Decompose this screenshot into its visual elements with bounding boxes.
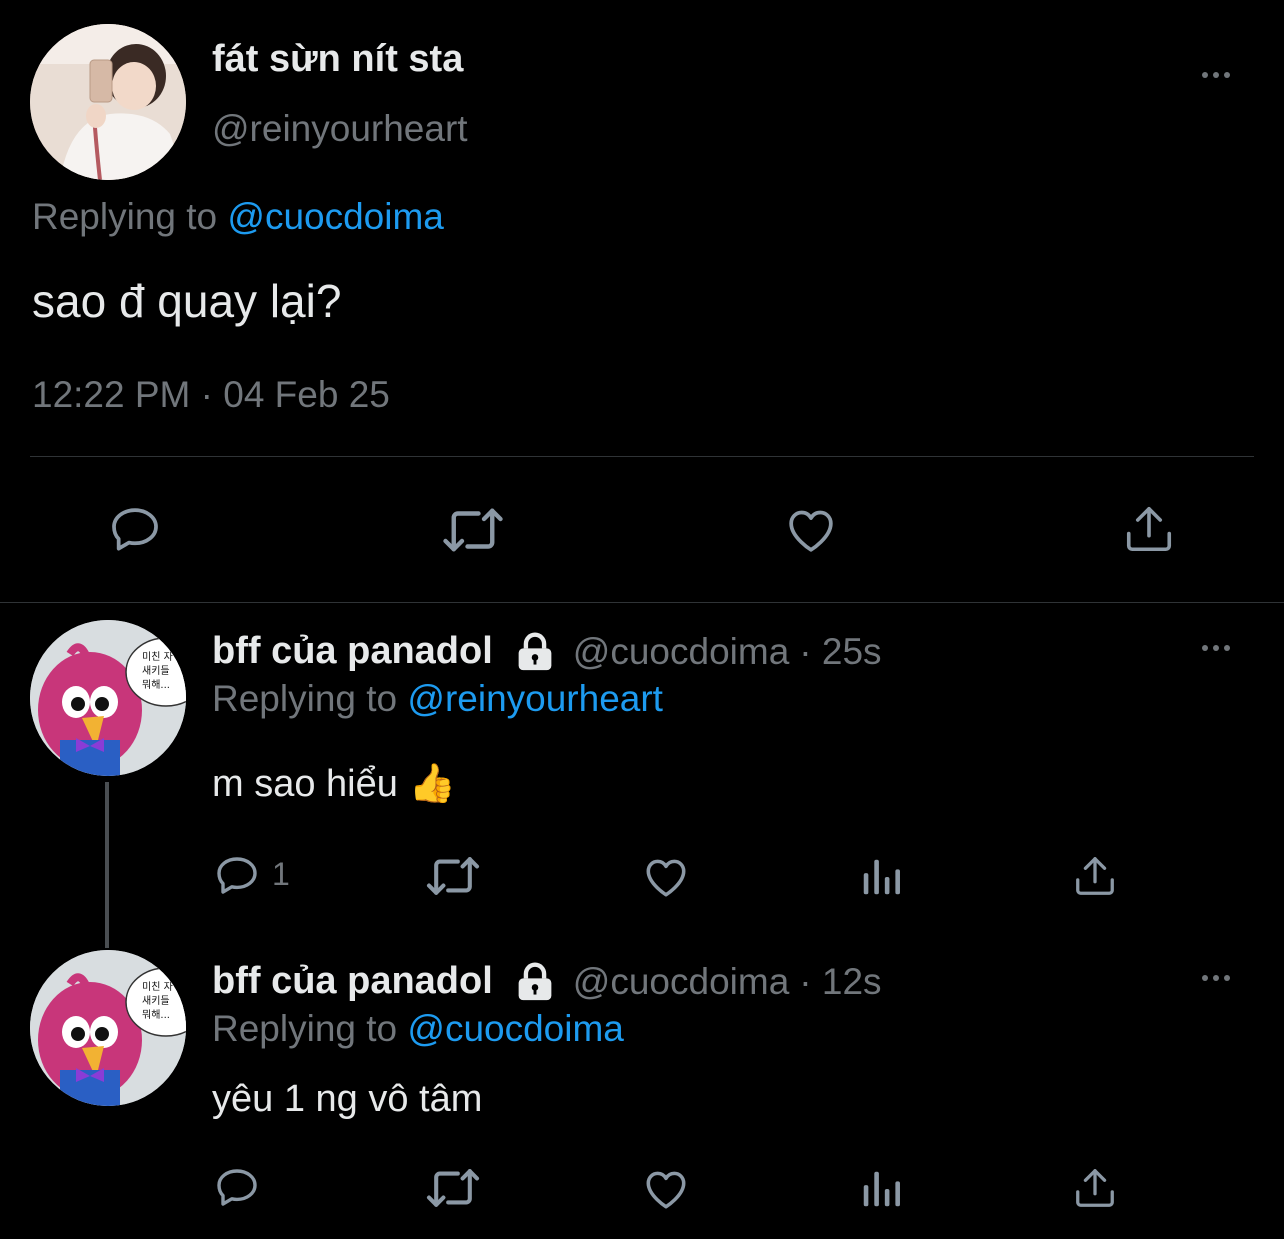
replying-label: Replying to xyxy=(212,678,398,719)
replying-to-link[interactable]: @cuocdoima xyxy=(407,1008,624,1049)
display-name[interactable]: bff của panadol xyxy=(212,630,493,673)
replying-label: Replying to xyxy=(212,1008,398,1049)
retweet-icon[interactable] xyxy=(424,1164,482,1212)
share-icon[interactable] xyxy=(1072,1164,1118,1212)
pink-bird-icon: 미친 자 새키들 뭐해... xyxy=(30,620,186,776)
like-icon[interactable] xyxy=(640,1164,692,1214)
lock-icon xyxy=(513,632,557,672)
share-icon[interactable] xyxy=(1072,852,1118,900)
girl-selfie-icon xyxy=(30,24,186,180)
tweet-time[interactable]: · 12s xyxy=(799,961,881,1003)
svg-text:새키들: 새키들 xyxy=(142,995,170,1007)
user-handle[interactable]: @reinyourheart xyxy=(212,108,468,150)
svg-text:뭐해...: 뭐해... xyxy=(142,678,170,691)
svg-text:뭐해...: 뭐해... xyxy=(142,1008,170,1021)
reply-icon[interactable] xyxy=(212,852,262,900)
replying-to-link[interactable]: @reinyourheart xyxy=(407,678,663,719)
more-icon[interactable] xyxy=(1202,645,1230,651)
replying-to-line: Replying to @cuocdoima xyxy=(32,196,444,238)
retweet-icon[interactable] xyxy=(424,852,482,900)
like-icon[interactable] xyxy=(782,502,840,558)
user-handle[interactable]: @cuocdoima xyxy=(573,631,790,673)
retweet-icon[interactable] xyxy=(440,502,506,558)
reply-header: bff của panadol @cuocdoima · 12s xyxy=(212,960,882,1003)
more-icon[interactable] xyxy=(1202,72,1230,78)
views-icon[interactable] xyxy=(858,854,904,900)
avatar[interactable] xyxy=(30,24,186,180)
lock-icon xyxy=(513,962,557,1002)
replying-to-line: Replying to @reinyourheart xyxy=(212,678,663,720)
tweet-text: m sao hiểu 👍 xyxy=(212,763,456,805)
thread-line xyxy=(105,782,109,948)
replying-to-line: Replying to @cuocdoima xyxy=(212,1008,624,1050)
share-icon[interactable] xyxy=(1122,500,1176,558)
svg-text:미친 자: 미친 자 xyxy=(142,651,173,663)
svg-text:미친 자: 미친 자 xyxy=(142,981,173,993)
section-divider xyxy=(0,602,1284,603)
divider xyxy=(30,456,1254,457)
avatar[interactable]: 미친 자 새키들 뭐해... xyxy=(30,950,186,1106)
user-handle[interactable]: @cuocdoima xyxy=(573,961,790,1003)
more-icon[interactable] xyxy=(1202,975,1230,981)
pink-bird-icon: 미친 자 새키들 뭐해... xyxy=(30,950,186,1106)
reply-header: bff của panadol @cuocdoima · 25s xyxy=(212,630,882,673)
reply-count: 1 xyxy=(272,856,290,892)
display-name[interactable]: bff của panadol xyxy=(212,960,493,1003)
tweet-text: yêu 1 ng vô tâm xyxy=(212,1078,483,1120)
replying-to-link[interactable]: @cuocdoima xyxy=(227,196,444,237)
reply-icon[interactable] xyxy=(106,502,164,558)
like-icon[interactable] xyxy=(640,852,692,902)
replying-label: Replying to xyxy=(32,196,218,237)
views-icon[interactable] xyxy=(858,1166,904,1212)
display-name[interactable]: fát sừn nít sta xyxy=(212,38,463,81)
tweet-timestamp[interactable]: 12:22 PM · 04 Feb 25 xyxy=(32,374,390,416)
svg-text:새키들: 새키들 xyxy=(142,665,170,677)
tweet-time[interactable]: · 25s xyxy=(799,631,881,673)
reply-icon[interactable] xyxy=(212,1164,262,1212)
tweet-text: sao đ quay lại? xyxy=(32,275,342,327)
avatar[interactable]: 미친 자 새키들 뭐해... xyxy=(30,620,186,776)
